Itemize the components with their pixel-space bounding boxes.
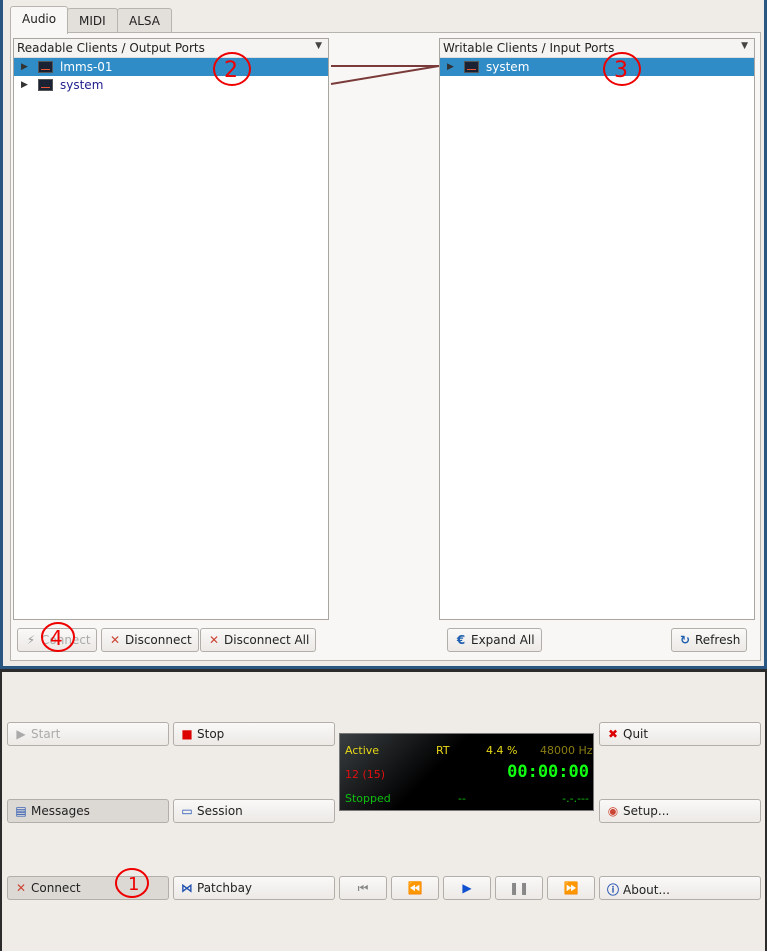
info-icon: ⓘ <box>606 883 619 897</box>
button-label: About... <box>623 883 670 897</box>
header-label: Writable Clients / Input Ports <box>443 41 615 55</box>
about-button[interactable]: ⓘ About... <box>599 876 761 900</box>
tab-midi[interactable]: MIDI <box>67 8 118 33</box>
expand-icon: € <box>456 633 466 647</box>
tab-alsa[interactable]: ALSA <box>117 8 172 33</box>
sort-arrow-icon: ▼ <box>315 41 322 51</box>
connect-button[interactable]: ✕ Connect <box>7 876 169 900</box>
button-label: Messages <box>31 804 90 818</box>
sample-rate: 48000 Hz <box>540 744 593 757</box>
transport-state: Stopped <box>345 792 391 805</box>
setup-icon: ◉ <box>607 804 619 818</box>
disconnect-all-button[interactable]: ✕ Disconnect All <box>200 628 317 652</box>
header-label: Readable Clients / Output Ports <box>17 41 205 55</box>
session-button[interactable]: ▭ Session <box>173 799 335 823</box>
messages-button[interactable]: ▤ Messages <box>7 799 169 823</box>
button-label: Expand All <box>471 633 535 647</box>
fast-forward-icon: ⏩ <box>563 881 579 895</box>
refresh-icon: ↻ <box>679 633 691 647</box>
patchbay-button[interactable]: ⋈ Patchbay <box>173 876 335 900</box>
button-label: Patchbay <box>197 881 253 895</box>
stop-button[interactable]: ■ Stop <box>173 722 335 746</box>
button-label: Refresh <box>695 633 741 647</box>
button-label: Disconnect All <box>224 633 310 647</box>
client-lmms-01[interactable]: ▶ lmms-01 <box>14 58 328 76</box>
refresh-button[interactable]: ↻ Refresh <box>671 628 748 652</box>
rewind-button[interactable]: ⏪ <box>391 876 439 900</box>
readable-header[interactable]: Readable Clients / Output Ports ▼ <box>14 39 328 58</box>
disconnect-all-icon: ✕ <box>208 633 220 647</box>
connection-lines <box>330 65 440 85</box>
button-label: Start <box>31 727 61 741</box>
button-label: Connect <box>31 881 81 895</box>
transport-bpm: -- <box>458 792 466 805</box>
tab-audio[interactable]: Audio <box>10 6 69 34</box>
button-label: Connect <box>41 633 91 647</box>
rewind-start-button[interactable]: ⏮ <box>339 876 387 900</box>
client-system[interactable]: ▶ system <box>14 76 328 94</box>
messages-icon: ▤ <box>15 804 27 818</box>
expand-all-button[interactable]: € Expand All <box>447 628 542 652</box>
expand-arrow-icon[interactable]: ▶ <box>21 76 28 94</box>
play-icon: ▶ <box>462 881 472 895</box>
audio-client-icon <box>38 79 53 91</box>
quit-button[interactable]: ✖ Quit <box>599 722 761 746</box>
forward-button[interactable]: ⏩ <box>547 876 595 900</box>
sort-arrow-icon: ▼ <box>741 41 748 51</box>
transport-bbt: -.-.--- <box>562 792 589 805</box>
audio-client-icon <box>38 61 53 73</box>
transport-time: 00:00:00 <box>507 762 589 782</box>
pause-button[interactable]: ❚❚ <box>495 876 543 900</box>
button-label: Disconnect <box>125 633 192 647</box>
expand-arrow-icon[interactable]: ▶ <box>21 58 28 76</box>
client-system[interactable]: ▶ system <box>440 58 754 76</box>
rewind-icon: ⏪ <box>407 881 423 895</box>
writable-clients-tree[interactable]: Writable Clients / Input Ports ▼ ▶ system <box>439 38 755 620</box>
start-button[interactable]: ▶ Start <box>7 722 169 746</box>
client-label: system <box>60 78 104 92</box>
button-label: Session <box>197 804 243 818</box>
setup-button[interactable]: ◉ Setup... <box>599 799 761 823</box>
plug-icon: ⚡ <box>26 633 36 647</box>
xrun-count: 12 (15) <box>345 768 386 781</box>
disconnect-button[interactable]: ✕ Disconnect <box>101 628 199 652</box>
realtime-indicator: RT <box>436 744 450 757</box>
play-icon: ▶ <box>16 727 26 741</box>
status-display[interactable]: Active RT 4.4 % 48000 Hz 12 (15) 00:00:0… <box>339 733 594 811</box>
client-label: system <box>486 60 530 74</box>
button-label: Stop <box>197 727 225 741</box>
readable-clients-tree[interactable]: Readable Clients / Output Ports ▼ ▶ lmms-0… <box>13 38 329 620</box>
writable-header[interactable]: Writable Clients / Input Ports ▼ <box>440 39 754 58</box>
stop-icon: ■ <box>181 727 193 741</box>
play-button[interactable]: ▶ <box>443 876 491 900</box>
button-label: Setup... <box>623 804 670 818</box>
button-label: Quit <box>623 727 649 741</box>
quit-icon: ✖ <box>607 727 619 741</box>
folder-icon: ▭ <box>181 804 193 818</box>
connection-line <box>330 65 440 85</box>
server-state: Active <box>345 744 380 757</box>
skip-back-icon: ⏮ <box>357 881 369 895</box>
disconnect-icon: ✕ <box>109 633 121 647</box>
client-label: lmms-01 <box>60 60 113 74</box>
connect-ports-button[interactable]: ⚡ Connect <box>17 628 97 652</box>
connect-icon: ✕ <box>15 881 27 895</box>
connections-window: Audio MIDI ALSA Readable Clients / Outpu… <box>0 0 767 669</box>
patchbay-icon: ⋈ <box>181 881 193 895</box>
pause-icon: ❚❚ <box>508 881 530 895</box>
dsp-load: 4.4 % <box>486 744 518 757</box>
audio-client-icon <box>464 61 479 73</box>
expand-arrow-icon[interactable]: ▶ <box>447 58 454 76</box>
